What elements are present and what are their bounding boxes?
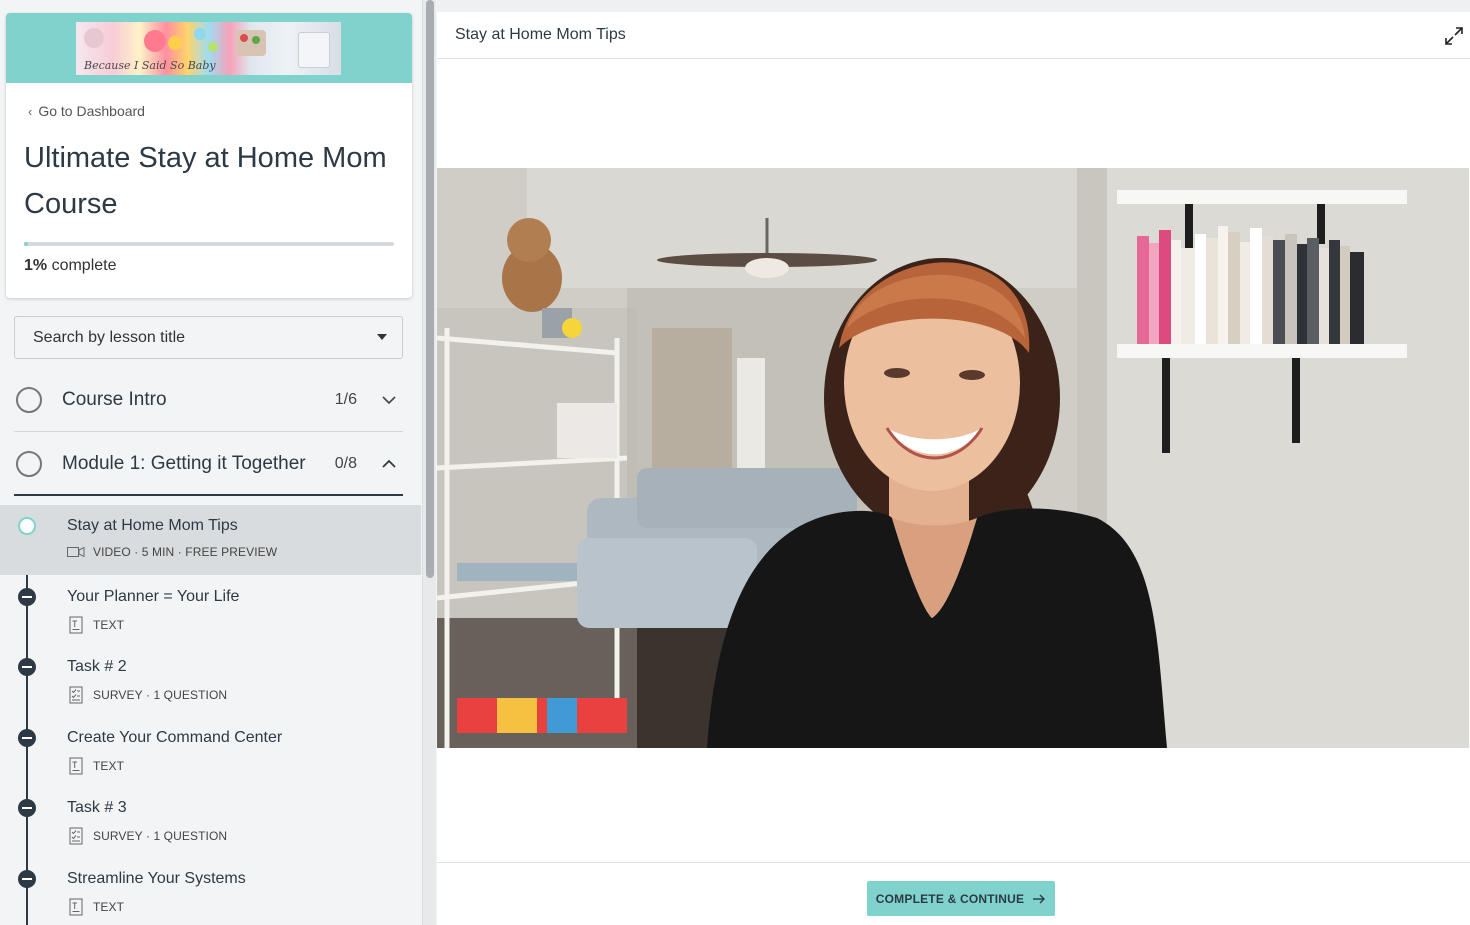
- go-to-dashboard-link[interactable]: ‹ Go to Dashboard: [28, 103, 145, 119]
- lesson-title: Stay at Home Mom Tips: [67, 517, 238, 534]
- course-sidebar: Because I Said So Baby ‹ Go to Dashboard…: [0, 0, 422, 925]
- lesson-meta-text: TEXT: [93, 618, 125, 632]
- banner-script-text: Because I Said So Baby: [84, 59, 216, 72]
- lesson-status-incomplete-icon: [18, 658, 36, 676]
- lesson-status-incomplete-icon: [18, 799, 36, 817]
- lesson-meta: SURVEY · 1 QUESTION: [67, 686, 227, 704]
- lesson-status-incomplete-icon: [18, 588, 36, 606]
- lesson-meta: TEXT: [67, 757, 124, 775]
- video-icon: [67, 546, 85, 558]
- chevron-left-icon: ‹: [28, 103, 33, 119]
- text-icon: [69, 757, 83, 775]
- complete-and-continue-button[interactable]: COMPLETE & CONTINUE: [867, 881, 1055, 916]
- course-progress-bar: [24, 242, 394, 246]
- course-header-card: Because I Said So Baby ‹ Go to Dashboard…: [6, 13, 412, 298]
- survey-icon: [69, 686, 83, 704]
- lesson-meta-text: SURVEY · 1 QUESTION: [93, 688, 228, 702]
- progress-percent: 1%: [24, 257, 48, 274]
- lesson-content-pane: Stay at Home Mom Tips COMPLETE & CONTINU…: [437, 12, 1470, 925]
- caret-down-icon[interactable]: [377, 334, 387, 340]
- lesson-title: Streamline Your Systems: [67, 870, 246, 887]
- chapter-course-intro[interactable]: Course Intro 1/6: [14, 368, 403, 432]
- lesson-item-stay-at-home-mom-tips[interactable]: Stay at Home Mom Tips VIDEO · 5 MIN · FR…: [0, 505, 421, 575]
- top-strip: [437, 0, 1470, 12]
- lesson-meta: SURVEY · 1 QUESTION: [67, 827, 227, 845]
- lesson-search-select[interactable]: [14, 316, 403, 359]
- lesson-item-command-center[interactable]: Create Your Command Center TEXT: [0, 717, 421, 787]
- chapter-lesson-count: 0/8: [334, 455, 357, 472]
- text-icon: [69, 898, 83, 916]
- text-icon: [69, 616, 83, 634]
- sidebar-scrollbar[interactable]: [422, 0, 436, 925]
- course-progress-fill: [24, 242, 28, 246]
- lesson-title: Your Planner = Your Life: [67, 588, 240, 605]
- lesson-meta: TEXT: [67, 898, 124, 916]
- chapter-title: Module 1: Getting it Together: [62, 453, 306, 474]
- lesson-title: Task # 3: [67, 799, 127, 816]
- survey-icon: [69, 827, 83, 845]
- complete-button-label: COMPLETE & CONTINUE: [875, 891, 1025, 906]
- chapter-progress-ring-icon: [16, 387, 42, 413]
- chapter-module-1[interactable]: Module 1: Getting it Together 0/8: [14, 432, 403, 496]
- chapter-lesson-count: 1/6: [334, 391, 357, 408]
- lesson-meta: VIDEO · 5 MIN · FREE PREVIEW: [67, 545, 277, 559]
- scrollbar-thumb[interactable]: [426, 0, 434, 578]
- chevron-up-icon[interactable]: [381, 456, 397, 472]
- lesson-meta-text: TEXT: [93, 759, 125, 773]
- lesson-title: Task # 2: [67, 658, 127, 675]
- lesson-meta-text: SURVEY · 1 QUESTION: [93, 829, 228, 843]
- arrow-right-icon: [1033, 894, 1046, 903]
- chevron-down-icon[interactable]: [381, 392, 397, 408]
- lesson-item-task-2[interactable]: Task # 2 SURVEY · 1 QUESTION: [0, 646, 421, 716]
- lesson-meta-text: VIDEO · 5 MIN · FREE PREVIEW: [93, 545, 278, 559]
- lesson-status-incomplete-icon: [18, 729, 36, 747]
- course-title: Ultimate Stay at Home Mom Course: [24, 142, 387, 220]
- lesson-status-current-icon: [18, 517, 36, 535]
- lesson-title: Create Your Command Center: [67, 729, 283, 746]
- lesson-video-player[interactable]: [437, 168, 1469, 748]
- lesson-meta: TEXT: [67, 616, 124, 634]
- lesson-meta-text: TEXT: [93, 900, 125, 914]
- lesson-item-task-3[interactable]: Task # 3 SURVEY · 1 QUESTION: [0, 787, 421, 857]
- chapter-progress-ring-icon: [16, 451, 42, 477]
- footer-divider: [437, 862, 1470, 863]
- progress-suffix: complete: [51, 257, 117, 274]
- lesson-search-input[interactable]: [15, 317, 365, 358]
- lesson-item-streamline-systems[interactable]: Streamline Your Systems TEXT: [0, 858, 421, 925]
- expand-fullscreen-icon[interactable]: [1444, 26, 1464, 46]
- course-logo-image: Because I Said So Baby: [76, 22, 341, 75]
- go-to-dashboard-label: Go to Dashboard: [38, 103, 145, 119]
- chapter-title: Course Intro: [62, 389, 167, 410]
- lesson-item-your-planner[interactable]: Your Planner = Your Life TEXT: [0, 576, 421, 646]
- progress-text: 1% complete: [24, 257, 117, 275]
- lesson-heading: Stay at Home Mom Tips: [455, 26, 626, 43]
- lesson-status-incomplete-icon: [18, 870, 36, 888]
- chapter-divider-active: [14, 494, 403, 496]
- lesson-header: Stay at Home Mom Tips: [437, 12, 1470, 59]
- course-banner: Because I Said So Baby: [6, 13, 412, 83]
